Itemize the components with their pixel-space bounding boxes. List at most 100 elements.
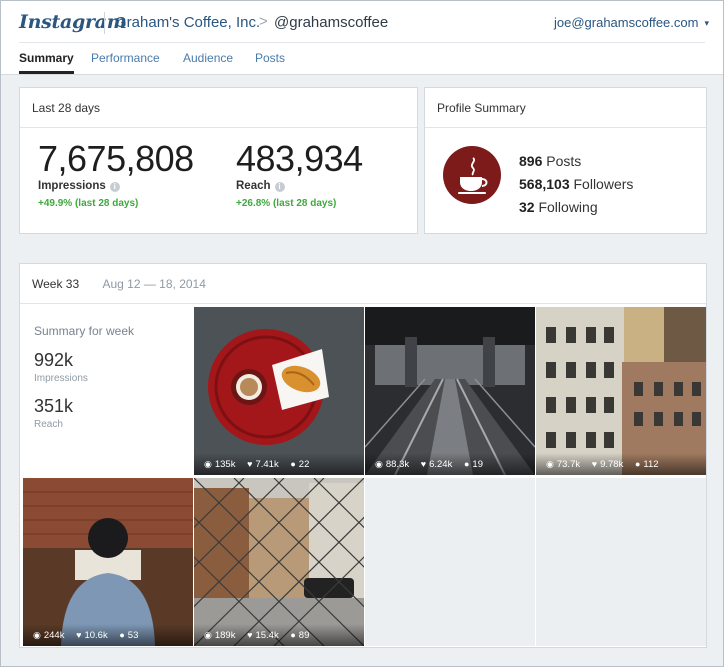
card-title: Profile Summary <box>425 88 706 128</box>
empty-tile <box>536 478 706 646</box>
impressions-label: Impressions i <box>38 180 194 192</box>
tab-summary[interactable]: Summary <box>19 51 74 74</box>
impressions-label-text: Impressions <box>38 180 106 192</box>
impressions-value: 7,675,808 <box>38 138 194 179</box>
reach-metric: 483,934 Reach i +26.8% (last 28 days) <box>236 138 363 210</box>
post-likes: 7.41k <box>255 459 279 470</box>
brand-row: Instagram Graham's Coffee, Inc. > @graha… <box>19 11 709 37</box>
followers-count: 568,103 <box>519 176 570 192</box>
comment-icon: ● <box>463 459 470 469</box>
post-likes: 10.6k <box>84 630 108 641</box>
account-email: joe@grahamscoffee.com <box>553 15 699 30</box>
following-count-row: 32 Following <box>519 196 633 219</box>
post-views: 135k <box>214 459 236 470</box>
logo-divider <box>104 12 105 34</box>
tab-posts[interactable]: Posts <box>255 51 285 65</box>
post-views: 73.7k <box>556 459 581 470</box>
comment-icon: ● <box>119 630 125 640</box>
breadcrumb-chevron-icon: > <box>259 13 268 30</box>
empty-tile <box>365 478 535 646</box>
impressions-metric: 7,675,808 Impressions i +49.9% (last 28 d… <box>38 138 194 210</box>
breadcrumb-handle: @grahamscoffee <box>274 14 389 31</box>
post-likes: 9.78k <box>600 459 624 470</box>
buildings-photo <box>536 307 706 475</box>
post-stats: ◉ 244k ♥ 10.6k ● 53 <box>23 624 193 646</box>
post-comments: 22 <box>298 459 310 470</box>
info-icon[interactable]: i <box>274 182 285 192</box>
post-stats: ◉ 73.7k ♥ 9.78k ● 112 <box>536 453 706 475</box>
reach-value: 483,934 <box>236 138 363 179</box>
week-impressions-label: Impressions <box>34 373 88 384</box>
post-views: 88.3k <box>385 459 410 470</box>
comment-icon: ● <box>290 459 296 469</box>
posts-count: 896 <box>519 153 543 169</box>
comment-icon: ● <box>634 459 641 469</box>
coffee-cup-icon[interactable] <box>443 146 501 204</box>
impressions-delta: +49.9% (last 28 days) <box>38 198 139 209</box>
heart-icon: ♥ <box>76 630 82 640</box>
heart-icon: ♥ <box>247 459 253 469</box>
window-frame: Instagram Graham's Coffee, Inc. > @graha… <box>0 0 724 667</box>
posts-count-row: 896 Posts <box>519 150 633 173</box>
post-tile-street[interactable]: ◉ 189k ♥ 15.4k ● 89 <box>194 478 364 646</box>
week-impressions-value: 992k <box>34 350 74 370</box>
instagram-logo[interactable]: Instagram <box>19 11 127 33</box>
week-summary: Summary for week 992k Impressions 351k R… <box>34 324 134 430</box>
comment-icon: ● <box>290 630 296 640</box>
post-views: 189k <box>214 630 236 641</box>
eye-icon: ◉ <box>204 630 212 640</box>
eye-icon: ◉ <box>375 459 383 469</box>
heart-icon: ♥ <box>420 459 427 469</box>
top-bar: Instagram Graham's Coffee, Inc. > @graha… <box>1 1 723 75</box>
post-stats: ◉ 135k ♥ 7.41k ● 22 <box>194 453 364 475</box>
eye-icon: ◉ <box>33 630 41 640</box>
post-likes: 6.24k <box>429 459 453 470</box>
post-tile-buildings[interactable]: ◉ 73.7k ♥ 9.78k ● 112 <box>536 307 706 475</box>
heart-icon: ♥ <box>247 630 253 640</box>
followers-count-row: 568,103 Followers <box>519 173 633 196</box>
week-reach-label: Reach <box>34 419 63 430</box>
account-menu[interactable]: joe@grahamscoffee.com ▾ <box>554 15 709 30</box>
post-views: 244k <box>43 630 65 641</box>
week-title: Week 33 <box>32 277 80 291</box>
card-title: Last 28 days <box>20 88 417 128</box>
reach-delta: +26.8% (last 28 days) <box>236 198 337 209</box>
post-comments: 53 <box>127 630 139 641</box>
post-comments: 112 <box>643 459 659 470</box>
post-comments: 19 <box>472 459 483 470</box>
eye-icon: ◉ <box>204 459 212 469</box>
post-comments: 89 <box>298 630 310 641</box>
tab-performance[interactable]: Performance <box>91 51 160 65</box>
street-photo <box>194 478 364 646</box>
followers-label: Followers <box>573 176 634 192</box>
breadcrumb-company[interactable]: Graham's Coffee, Inc. <box>115 14 260 31</box>
info-icon[interactable]: i <box>109 182 120 192</box>
post-tile-coffee[interactable]: ◉ 135k ♥ 7.41k ● 22 <box>194 307 364 475</box>
eye-icon: ◉ <box>546 459 554 469</box>
coffee-photo <box>194 307 364 475</box>
reader-photo <box>23 478 193 646</box>
post-stats: ◉ 88.3k ♥ 6.24k ● 19 <box>365 453 535 475</box>
reach-label-text: Reach <box>236 180 271 192</box>
tracks-photo <box>365 307 535 475</box>
post-stats: ◉ 189k ♥ 15.4k ● 89 <box>194 624 364 646</box>
week-range: Aug 12 — 18, 2014 <box>102 277 206 291</box>
post-tile-tracks[interactable]: ◉ 88.3k ♥ 6.24k ● 19 <box>365 307 535 475</box>
reach-label: Reach i <box>236 180 363 192</box>
tabs-divider <box>19 42 705 43</box>
chevron-down-icon: ▾ <box>704 18 709 28</box>
profile-stats: 896 Posts 568,103 Followers 32 Following <box>519 150 633 219</box>
week-header: Week 33 Aug 12 — 18, 2014 <box>20 264 706 304</box>
following-label: Following <box>538 199 598 215</box>
tab-audience[interactable]: Audience <box>183 51 233 65</box>
week-summary-title: Summary for week <box>34 324 135 338</box>
profile-summary-card: Profile Summary 896 Posts 568,103 Follow… <box>424 87 707 234</box>
post-tile-reader[interactable]: ◉ 244k ♥ 10.6k ● 53 <box>23 478 193 646</box>
last-28-days-card: Last 28 days 7,675,808 Impressions i +49.… <box>19 87 418 234</box>
heart-icon: ♥ <box>591 459 598 469</box>
week-card: Week 33 Aug 12 — 18, 2014 Summary for we… <box>19 263 707 648</box>
following-count: 32 <box>519 199 535 215</box>
posts-label: Posts <box>546 153 582 169</box>
week-reach-value: 351k <box>34 396 74 416</box>
post-likes: 15.4k <box>255 630 279 641</box>
